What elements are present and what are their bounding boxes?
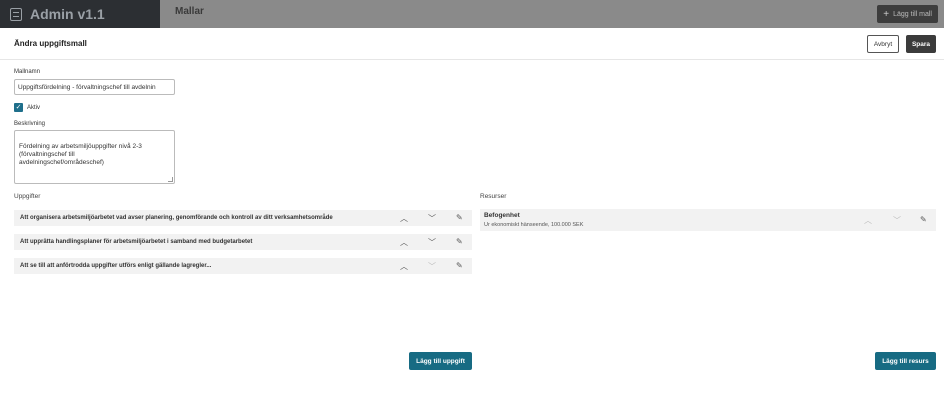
task-text: Att se till att anförtrodda uppgifter ut…	[20, 263, 212, 269]
active-checkbox[interactable]: ✓	[14, 103, 23, 112]
name-label: Mallnamn	[14, 69, 41, 75]
checkmark-icon: ✓	[15, 104, 22, 111]
task-text: Att upprätta handlingsplaner för arbetsm…	[20, 239, 253, 245]
resources-title: Resurser	[480, 193, 507, 200]
chevron-up-icon[interactable]: ︿	[400, 213, 408, 224]
task-row[interactable]: Att upprätta handlingsplaner för arbetsm…	[14, 234, 472, 250]
resource-row[interactable]: Befogenhet Ur ekonomiskt hänseende, 100.…	[480, 209, 936, 231]
task-row[interactable]: Att organisera arbetsmiljöarbetet vad av…	[14, 210, 472, 226]
chevron-down-icon[interactable]: ﹀	[428, 237, 436, 248]
chevron-up-icon[interactable]: ︿	[400, 261, 408, 272]
pencil-icon[interactable]: ✎	[456, 237, 463, 246]
template-name-input[interactable]: Uppgiftsfördelning - förvaltningschef ti…	[14, 79, 175, 95]
task-row[interactable]: Att se till att anförtrodda uppgifter ut…	[14, 258, 472, 274]
chevron-down-icon[interactable]: ﹀	[428, 213, 436, 224]
document-icon	[10, 7, 22, 21]
section-title: Mallar	[175, 6, 204, 17]
description-text: Fördelning av arbetsmiljöuppgifter nivå …	[19, 143, 142, 166]
active-label: Aktiv	[27, 105, 41, 111]
add-template-button[interactable]: + Lägg till mall	[877, 5, 938, 23]
brand[interactable]: Admin v1.1	[0, 0, 160, 28]
pencil-icon[interactable]: ✎	[920, 215, 927, 224]
chevron-up-icon: ︿	[864, 216, 872, 225]
add-task-button[interactable]: Lägg till uppgift	[409, 352, 472, 370]
save-button[interactable]: Spara	[906, 35, 936, 53]
description-label: Beskrivning	[14, 121, 46, 127]
chevron-down-icon: ﹀	[893, 216, 901, 225]
app-title: Admin v1.1	[30, 6, 105, 22]
add-template-label: Lägg till mall	[893, 10, 932, 18]
task-text: Att organisera arbetsmiljöarbetet vad av…	[20, 215, 333, 221]
chevron-up-icon[interactable]: ︿	[400, 237, 408, 248]
resource-title: Befogenhet	[484, 212, 520, 219]
top-bar: Admin v1.1 Mallar + Lägg till mall	[0, 0, 944, 28]
page-header: Ändra uppgiftsmall	[0, 28, 944, 60]
resize-handle[interactable]	[168, 177, 173, 182]
resource-subtitle: Ur ekonomiskt hänseende, 100.000 SEK	[484, 222, 584, 228]
tasks-title: Uppgifter	[14, 193, 41, 200]
add-resource-button[interactable]: Lägg till resurs	[875, 352, 936, 370]
pencil-icon[interactable]: ✎	[456, 213, 463, 222]
pencil-icon[interactable]: ✎	[456, 261, 463, 270]
chevron-down-icon: ﹀	[428, 262, 436, 271]
description-textarea[interactable]: Fördelning av arbetsmiljöuppgifter nivå …	[14, 130, 175, 184]
page-title: Ändra uppgiftsmall	[14, 39, 87, 48]
plus-icon: +	[883, 8, 890, 20]
cancel-button[interactable]: Avbryt	[867, 35, 899, 53]
